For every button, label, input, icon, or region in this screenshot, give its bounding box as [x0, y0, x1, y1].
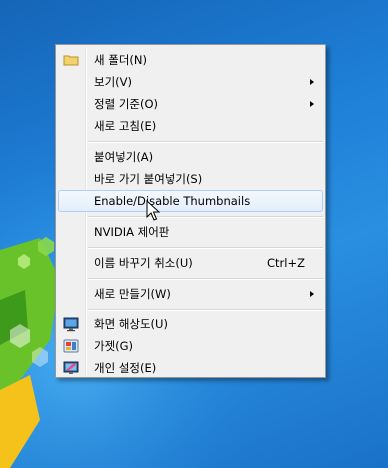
menu-item-label: 정렬 기준(O) — [94, 97, 158, 111]
menu-item-screen-resolution[interactable]: 화면 해상도(U) — [58, 313, 323, 335]
menu-item-label: Enable/Disable Thumbnails — [94, 194, 251, 208]
menu-item-label: 붙여넣기(A) — [94, 150, 154, 164]
menu-item-undo-rename[interactable]: 이름 바꾸기 취소(U) Ctrl+Z — [58, 252, 323, 274]
submenu-arrow-icon — [310, 101, 314, 107]
menu-item-shortcut: Ctrl+Z — [267, 256, 305, 270]
submenu-arrow-icon — [310, 291, 314, 297]
menu-item-label: 개인 설정(E) — [94, 361, 157, 375]
menu-separator — [88, 278, 323, 280]
menu-item-enable-disable-thumbnails[interactable]: Enable/Disable Thumbnails — [58, 190, 323, 212]
monitor-icon — [63, 317, 79, 332]
menu-item-new-folder[interactable]: 새 폴더(N) — [58, 49, 323, 71]
menu-separator — [88, 216, 323, 218]
menu-item-refresh[interactable]: 새로 고침(E) — [58, 115, 323, 137]
menu-item-label: 바로 가기 붙여넣기(S) — [94, 172, 203, 186]
menu-item-view[interactable]: 보기(V) — [58, 71, 323, 93]
menu-item-label: 새 폴더(N) — [94, 53, 147, 67]
menu-item-paste-shortcut[interactable]: 바로 가기 붙여넣기(S) — [58, 168, 323, 190]
menu-item-personalize[interactable]: 개인 설정(E) — [58, 357, 323, 379]
gadgets-icon — [63, 339, 79, 353]
menu-item-new[interactable]: 새로 만들기(W) — [58, 283, 323, 305]
personalize-icon — [63, 361, 79, 374]
menu-item-sort-by[interactable]: 정렬 기준(O) — [58, 93, 323, 115]
menu-separator — [88, 247, 323, 249]
submenu-arrow-icon — [310, 79, 314, 85]
menu-separator — [88, 141, 323, 143]
menu-separator — [88, 309, 323, 311]
menu-item-label: 보기(V) — [94, 75, 132, 89]
menu-item-nvidia-control-panel[interactable]: NVIDIA 제어판 — [58, 221, 323, 243]
menu-item-label: NVIDIA 제어판 — [94, 225, 170, 239]
menu-item-label: 화면 해상도(U) — [94, 317, 168, 331]
folder-icon — [63, 55, 79, 66]
menu-item-label: 이름 바꾸기 취소(U) — [94, 256, 193, 270]
mouse-pointer-icon — [146, 200, 160, 221]
menu-item-label: 가젯(G) — [94, 339, 134, 353]
desktop-context-menu: 새 폴더(N) 보기(V) 정렬 기준(O) 새로 고침(E) 붙여넣기(A) … — [55, 44, 326, 378]
menu-item-paste[interactable]: 붙여넣기(A) — [58, 146, 323, 168]
menu-item-label: 새로 만들기(W) — [94, 287, 171, 301]
menu-item-label: 새로 고침(E) — [94, 119, 157, 133]
menu-item-gadgets[interactable]: 가젯(G) — [58, 335, 323, 357]
